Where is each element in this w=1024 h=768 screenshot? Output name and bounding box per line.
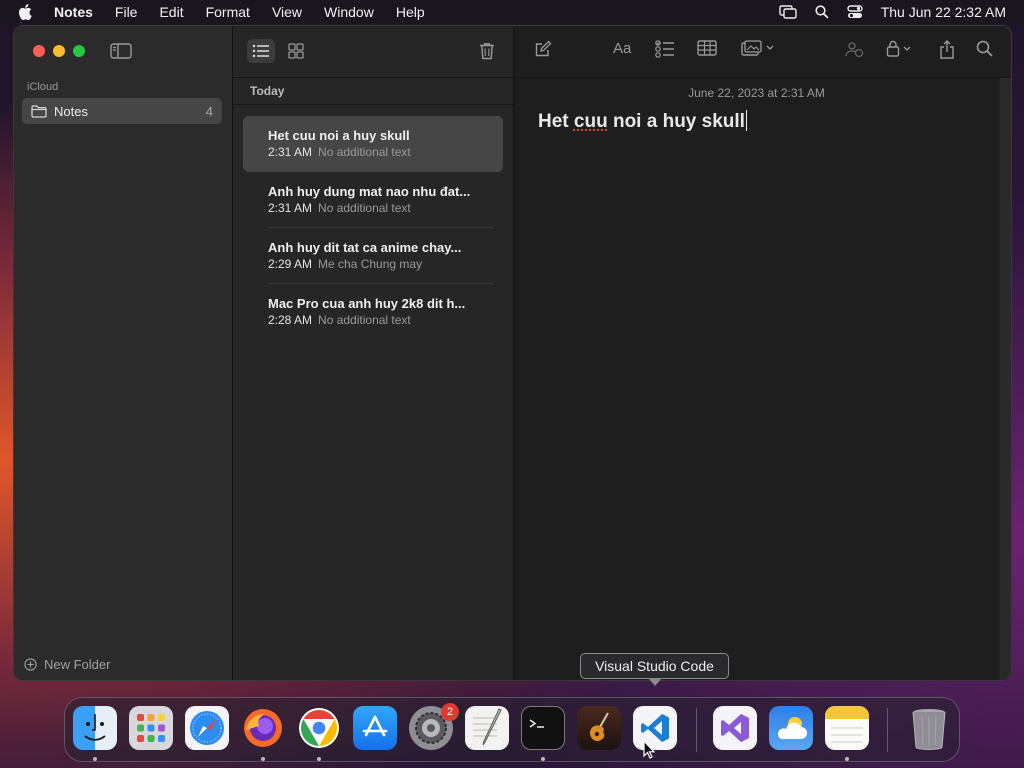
gallery-view-icon[interactable] xyxy=(282,39,310,63)
running-indicator xyxy=(541,757,545,761)
lock-icon[interactable] xyxy=(886,40,911,57)
note-time: 2:31 AM xyxy=(268,201,313,215)
new-folder-label: New Folder xyxy=(44,657,111,672)
note-time: 2:28 AM xyxy=(268,313,313,327)
trash-can-icon[interactable] xyxy=(473,39,501,63)
notes-window: iCloud Notes 4 New Folder Today Het cuu … xyxy=(13,25,1012,681)
running-indicator xyxy=(261,757,265,761)
sidebar: iCloud Notes 4 New Folder xyxy=(14,26,233,680)
collaborate-icon[interactable] xyxy=(844,40,864,58)
window-controls xyxy=(33,45,85,57)
note-title: Het cuu noi a huy skull xyxy=(268,128,410,143)
note-title: Mac Pro cua anh huy 2k8 dit h... xyxy=(268,296,466,311)
note-body-editor[interactable]: Het cuu noi a huy skull xyxy=(538,110,748,133)
dock-tooltip: Visual Studio Code xyxy=(580,653,729,679)
divider xyxy=(233,104,513,105)
note-title: Anh huy dung mat nao nhu đat... xyxy=(268,184,471,199)
note-list: Today Het cuu noi a huy skull 2:31 AM No … xyxy=(233,26,514,680)
media-icon[interactable] xyxy=(741,40,774,56)
note-list-item[interactable]: Anh huy dung mat nao nhu đat... 2:31 AM N… xyxy=(243,172,503,228)
screen-mirroring-icon[interactable] xyxy=(778,5,797,19)
note-list-item[interactable]: Mac Pro cua anh huy 2k8 dit h... 2:28 AM… xyxy=(243,284,503,340)
chevron-down-icon xyxy=(766,45,774,50)
notes-icon[interactable] xyxy=(825,706,869,750)
note-preview: No additional text xyxy=(318,313,411,327)
plus-circle-icon xyxy=(24,658,37,671)
chevron-down-icon xyxy=(903,46,911,51)
menu-app-name[interactable]: Notes xyxy=(54,4,93,20)
menu-window[interactable]: Window xyxy=(324,4,374,20)
text-format-icon[interactable]: Aa xyxy=(613,40,635,56)
scrollbar[interactable] xyxy=(999,78,1011,680)
dock-separator xyxy=(696,708,697,752)
note-list-item[interactable]: Het cuu noi a huy skull 2:31 AM No additi… xyxy=(243,116,503,172)
close-button[interactable] xyxy=(33,45,45,57)
spotlight-search-icon[interactable] xyxy=(815,5,829,19)
folder-count: 4 xyxy=(205,103,213,119)
search-icon[interactable] xyxy=(976,40,993,57)
safari-icon[interactable] xyxy=(185,706,229,750)
launchpad-icon[interactable] xyxy=(129,706,173,750)
dock-separator xyxy=(887,708,888,752)
menu-view[interactable]: View xyxy=(272,4,302,20)
note-title: Anh huy dit tat ca anime chay... xyxy=(268,240,462,255)
note-list-toolbar xyxy=(233,26,513,78)
mouse-cursor-icon xyxy=(643,739,656,764)
note-title-text: Het xyxy=(538,111,574,132)
weather-icon[interactable] xyxy=(769,706,813,750)
menu-clock[interactable]: Thu Jun 22 2:32 AM xyxy=(881,4,1006,20)
firefox-icon[interactable] xyxy=(241,706,285,750)
finder-icon[interactable] xyxy=(73,706,117,750)
zoom-button[interactable] xyxy=(73,45,85,57)
note-list-item[interactable]: Anh huy dit tat ca anime chay... 2:29 AM… xyxy=(243,228,503,284)
apple-menu-icon[interactable] xyxy=(18,0,38,24)
minimize-button[interactable] xyxy=(53,45,65,57)
svg-text:Aa: Aa xyxy=(613,40,632,56)
control-center-icon[interactable] xyxy=(846,5,863,19)
note-preview: No additional text xyxy=(318,201,411,215)
vscode-icon[interactable] xyxy=(633,706,677,750)
trash-icon[interactable] xyxy=(907,706,951,750)
textedit-icon[interactable] xyxy=(465,706,509,750)
sidebar-folder-notes[interactable]: Notes 4 xyxy=(22,98,222,124)
table-icon[interactable] xyxy=(697,40,717,56)
compose-icon[interactable] xyxy=(534,40,552,58)
folder-name: Notes xyxy=(54,103,88,119)
running-indicator xyxy=(93,757,97,761)
tooltip-tail xyxy=(649,679,661,686)
chrome-icon[interactable] xyxy=(297,706,341,750)
list-view-icon[interactable] xyxy=(247,39,275,63)
running-indicator xyxy=(845,757,849,761)
visual-studio-icon[interactable] xyxy=(713,706,757,750)
sidebar-toggle-icon[interactable] xyxy=(110,43,132,64)
note-preview: No additional text xyxy=(318,145,411,159)
garageband-icon[interactable] xyxy=(577,706,621,750)
menu-edit[interactable]: Edit xyxy=(159,4,183,20)
checklist-icon[interactable] xyxy=(655,40,675,58)
running-indicator xyxy=(317,757,321,761)
app-store-icon[interactable] xyxy=(353,706,397,750)
icloud-section-label: iCloud xyxy=(27,81,59,93)
terminal-icon[interactable] xyxy=(521,706,565,750)
note-title-text: noi a huy skull xyxy=(607,111,745,132)
dock xyxy=(64,697,960,762)
misspelled-word: cuu xyxy=(573,111,608,132)
note-preview: Me cha Chung may xyxy=(318,257,423,271)
folder-icon xyxy=(31,104,47,118)
menu-file[interactable]: File xyxy=(115,4,138,20)
editor-toolbar: Aa xyxy=(514,26,1011,78)
text-caret xyxy=(745,110,748,131)
note-time: 2:29 AM xyxy=(268,257,313,271)
menu-help[interactable]: Help xyxy=(396,4,425,20)
new-folder-button[interactable]: New Folder xyxy=(24,657,110,672)
note-date: June 22, 2023 at 2:31 AM xyxy=(688,86,825,100)
note-time: 2:31 AM xyxy=(268,145,313,159)
menu-bar: Notes File Edit Format View Window Help … xyxy=(0,0,1024,24)
note-editor: Aa June 22, 2023 at 2:31 AM Het cuu noi … xyxy=(514,26,1011,680)
share-icon[interactable] xyxy=(939,40,955,59)
menu-format[interactable]: Format xyxy=(206,4,250,20)
notification-badge: 2 xyxy=(441,703,459,721)
section-header-today: Today xyxy=(250,84,285,98)
